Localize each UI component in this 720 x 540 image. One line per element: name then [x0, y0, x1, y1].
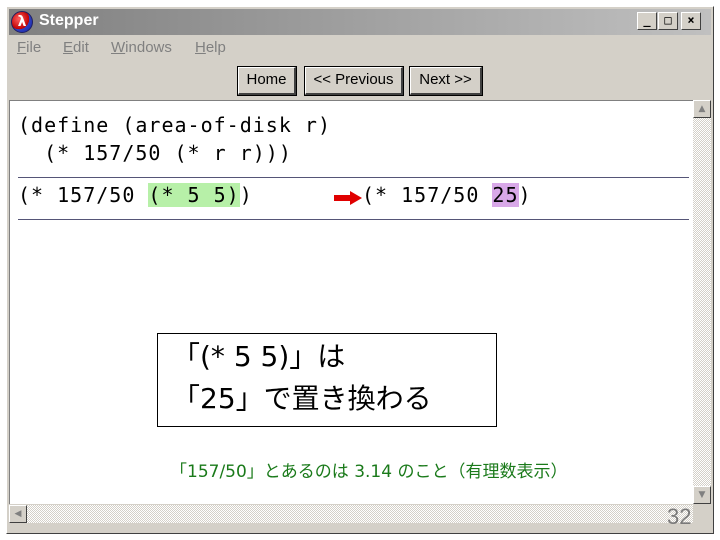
after-prefix: (* 157/50 [362, 183, 493, 207]
close-button[interactable]: × [681, 12, 701, 30]
vertical-scrollbar[interactable]: ▲ ▼ [693, 100, 711, 504]
right-arrow-icon [334, 191, 362, 205]
definition-line-2: (* 157/50 (* r r))) [18, 141, 292, 165]
menu-edit[interactable]: Edit [63, 39, 89, 56]
previous-button[interactable]: << Previous [304, 66, 404, 96]
minimize-button[interactable]: _ [637, 12, 657, 30]
before-prefix: (* 157/50 [18, 183, 149, 207]
maximize-button[interactable]: □ [658, 12, 678, 30]
drscheme-lambda-icon[interactable]: λ [11, 11, 33, 33]
menu-help[interactable]: Help [195, 39, 226, 56]
triangle-down-icon[interactable]: ▼ [693, 486, 711, 504]
title-bar[interactable]: λ Stepper _ □ × [9, 9, 711, 35]
page-number: 32 [667, 504, 692, 529]
menu-windows-label: indows [125, 39, 172, 56]
menu-help-label: elp [205, 39, 226, 56]
menu-file[interactable]: File [17, 39, 41, 56]
definition-line-1: (define (area-of-disk r) [18, 113, 331, 137]
menu-help-mnemonic: H [195, 39, 206, 56]
after-suffix: ) [518, 183, 532, 207]
menu-windows-mnemonic: W [111, 39, 126, 56]
next-button[interactable]: Next >> [409, 66, 483, 96]
menu-edit-mnemonic: E [63, 39, 74, 56]
horizontal-scrollbar[interactable]: ◀ [9, 505, 693, 523]
menu-bar: File Edit Windows Help [9, 37, 711, 59]
home-button[interactable]: Home [237, 66, 297, 96]
callout-line-1: 「(* 5 5)」は [172, 340, 346, 373]
after-result-highlight: 25 [492, 183, 519, 207]
before-redex-highlight: (* 5 5) [148, 183, 240, 207]
rational-number-note: 「157/50」とあるのは 3.14 のこと（有理数表示） [170, 462, 568, 482]
after-expression: (* 157/50 25) [362, 183, 532, 207]
separator-bottom [18, 219, 689, 220]
stepper-content-pane[interactable]: (define (area-of-disk r) (* 157/50 (* r … [9, 100, 693, 504]
separator-top [18, 177, 689, 178]
triangle-left-icon[interactable]: ◀ [9, 505, 27, 523]
menu-edit-label: dit [73, 39, 89, 56]
before-suffix: ) [239, 183, 253, 207]
menu-file-mnemonic: F [17, 39, 27, 56]
stepper-window: λ Stepper _ □ × File Edit Windows Help H… [6, 6, 714, 534]
window-title: Stepper [39, 12, 99, 29]
explanation-callout: 「(* 5 5)」は 「25」で置き換わる [157, 333, 497, 427]
menu-file-label: ile [26, 39, 42, 56]
before-expression: (* 157/50 (* 5 5)) [18, 183, 253, 207]
callout-line-2: 「25」で置き換わる [172, 382, 432, 415]
triangle-up-icon[interactable]: ▲ [693, 100, 711, 118]
menu-windows[interactable]: Windows [111, 39, 172, 56]
